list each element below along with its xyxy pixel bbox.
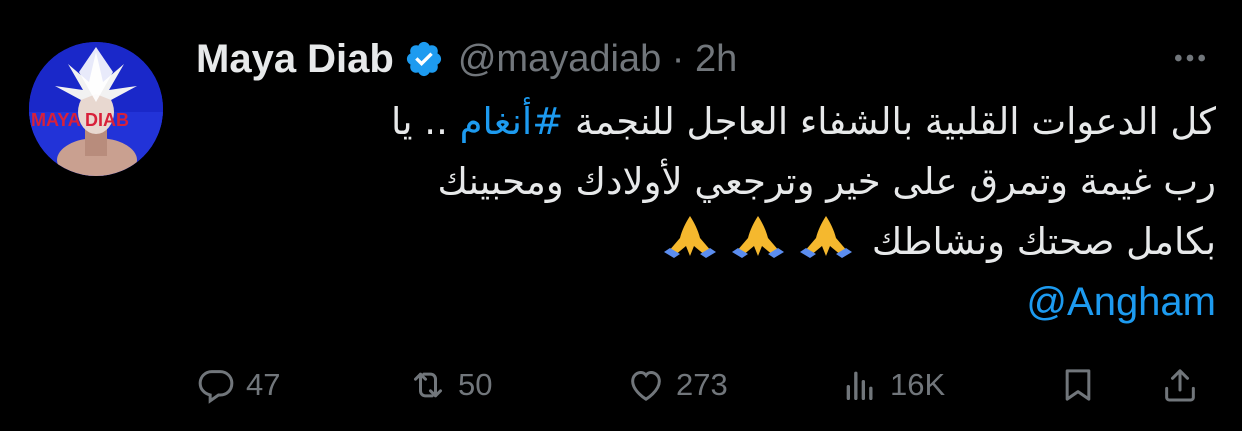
mention-link[interactable]: @Angham (1026, 280, 1216, 324)
like-count: 273 (676, 367, 728, 402)
reply-count: 47 (246, 367, 281, 402)
tweet-text-segment: كل الدعوات القلبية بالشفاء العاجل للنجمة (574, 100, 1216, 143)
repost-icon (414, 372, 442, 398)
handle-and-time[interactable]: @mayadiab · 2h (458, 38, 737, 81)
tweet-text: كل الدعوات القلبية بالشفاء العاجل للنجمة… (196, 92, 1216, 333)
reply-icon (198, 370, 234, 404)
reply-button[interactable]: 47 (196, 360, 280, 410)
tweet-line-4: @Angham (196, 272, 1216, 333)
author-name[interactable]: Maya Diab (196, 37, 394, 82)
tweet-line-2: رب غيمة وتمرق على خير وترجعي لأولادك ومح… (437, 160, 1217, 203)
tweet-actions: 47 50 273 16K (196, 360, 1216, 410)
tweet-text-segment: بكامل صحتك ونشاطك (871, 220, 1216, 263)
views-count: 16K (890, 367, 946, 402)
repost-count: 50 (458, 367, 493, 402)
tweet-line-1: كل الدعوات القلبية بالشفاء العاجل للنجمة… (196, 92, 1216, 152)
folded-hands-emoji-icon (796, 212, 856, 260)
verified-badge-icon[interactable] (404, 39, 444, 79)
avatar-logo-text: MAYA DIAB (31, 110, 129, 130)
tweet-header: Maya Diab @mayadiab · 2h (196, 30, 1216, 88)
share-button[interactable] (1160, 360, 1200, 410)
repost-button[interactable]: 50 (408, 360, 492, 410)
bookmark-icon (1065, 369, 1091, 401)
heart-icon (631, 370, 661, 401)
avatar-image: MAYA DIAB (29, 42, 163, 176)
folded-hands-emoji-icon (728, 212, 788, 260)
share-icon (1165, 369, 1195, 402)
views-button[interactable]: 16K (840, 360, 945, 410)
tweet-text-segment: .. يا (390, 100, 460, 143)
tweet-line-3: بكامل صحتك ونشاطك (196, 212, 1216, 272)
avatar[interactable]: MAYA DIAB (29, 42, 163, 176)
analytics-icon (846, 371, 873, 400)
folded-hands-emoji-icon (660, 212, 720, 260)
bookmark-button[interactable] (1058, 360, 1098, 410)
more-options-icon[interactable] (1168, 36, 1212, 80)
like-button[interactable]: 273 (626, 360, 728, 410)
hashtag-link[interactable]: #أنغام (460, 100, 564, 143)
